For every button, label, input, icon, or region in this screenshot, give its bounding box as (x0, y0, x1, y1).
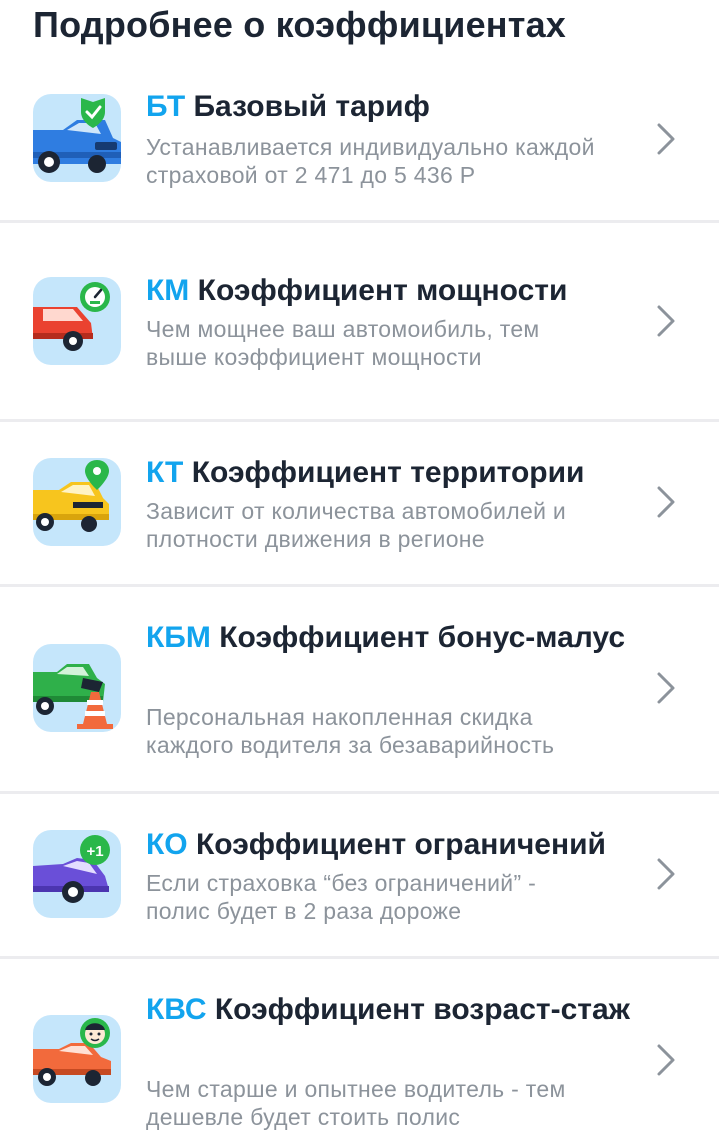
coefficient-abbr: КВС (146, 993, 207, 1026)
page-title: Подробнее о коэффициентах (33, 4, 567, 45)
chevron-right-icon (657, 123, 675, 155)
coefficient-name: Коэффициент ограничений (196, 828, 606, 861)
coefficient-description: Чем мощнее ваш автомоибиль, тем выше коэ… (146, 316, 540, 370)
car-speedometer-icon (33, 277, 121, 365)
car-location-pin-icon (33, 458, 121, 546)
car-shield-icon (33, 94, 121, 182)
coefficient-row-kt[interactable]: КТ Коэффициент территории Зависит от кол… (0, 422, 719, 584)
coefficient-description: Зависит от количества автомобилей и плот… (146, 498, 567, 552)
coefficient-title: КВС Коэффициент возраст-стаж (146, 989, 646, 1031)
coefficient-abbr: КТ (146, 456, 184, 489)
chevron-right-icon (657, 858, 675, 890)
chevron-right-icon (657, 305, 675, 337)
chevron-right-icon (657, 486, 675, 518)
coefficient-abbr: БТ (146, 90, 186, 123)
coefficient-title: БТ Базовый тариф (146, 86, 646, 128)
coefficient-name: Базовый тариф (193, 90, 430, 123)
coefficient-row-km[interactable]: КМ Коэффициент мощности Чем мощнее ваш а… (0, 223, 719, 419)
coefficient-abbr: КМ (146, 274, 190, 307)
coefficient-title: КМ Коэффициент мощности (146, 270, 646, 312)
car-driver-avatar-icon (33, 1015, 121, 1103)
car-traffic-cone-icon (33, 644, 121, 732)
coefficient-description: Если страховка “без ограничений” - полис… (146, 870, 537, 924)
coefficient-title: КО Коэффициент ограничений (146, 824, 646, 866)
car-plus-one-icon: +1 (33, 830, 121, 918)
coefficient-name: Коэффициент мощности (197, 274, 568, 307)
coefficient-description: Чем старше и опытнее водитель - тем деше… (146, 1076, 566, 1130)
coefficient-abbr: КБМ (146, 621, 211, 654)
coefficient-description: Устанавливается индивидуально каждой стр… (146, 134, 595, 188)
coefficient-row-ko[interactable]: +1 КО Коэффициент ограничений Если страх… (0, 794, 719, 956)
coefficient-abbr: КО (146, 828, 188, 861)
coefficient-name: Коэффициент возраст-стаж (214, 993, 630, 1026)
coefficient-description: Персональная накопленная скидка каждого … (146, 704, 555, 758)
coefficient-row-kvs[interactable]: КВС Коэффициент возраст-стаж Чем старше … (0, 959, 719, 1139)
coefficient-row-kbm[interactable]: КБМ Коэффициент бонус-малус Персональная… (0, 587, 719, 791)
coefficient-title: КТ Коэффициент территории (146, 452, 646, 494)
coefficient-name: Коэффициент бонус-малус (219, 621, 626, 654)
chevron-right-icon (657, 1044, 675, 1076)
coefficient-name: Коэффициент территории (191, 456, 585, 489)
chevron-right-icon (657, 672, 675, 704)
coefficient-row-bt[interactable]: БТ Базовый тариф Устанавливается индивид… (0, 78, 719, 220)
coefficient-title: КБМ Коэффициент бонус-малус (146, 617, 646, 659)
plus-one-badge-text: +1 (86, 843, 103, 860)
